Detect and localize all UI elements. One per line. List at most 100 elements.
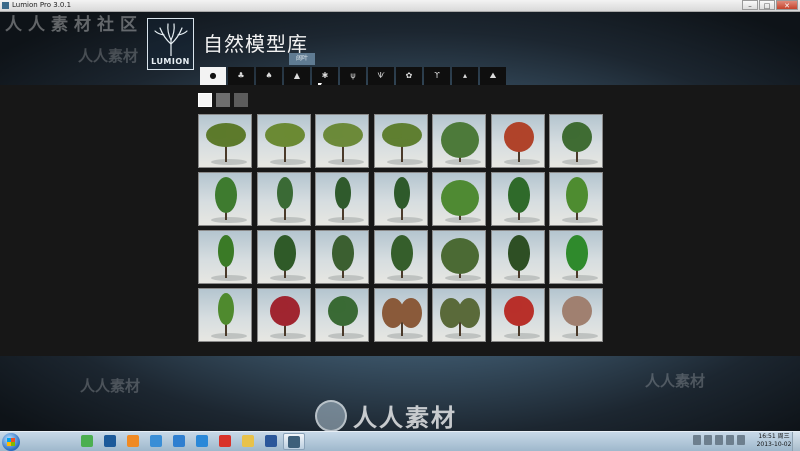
taskbar-app-orange-button[interactable] [122, 433, 144, 450]
tree-icon [328, 177, 364, 223]
tree-model-thumbnail[interactable] [432, 172, 486, 226]
tree-model-thumbnail[interactable] [432, 114, 486, 168]
close-button[interactable]: ✕ [776, 0, 798, 10]
tree-icon [381, 298, 423, 339]
taskbar-photoshop-button[interactable] [99, 433, 121, 450]
watermark-text: 人人素材 [645, 372, 706, 390]
clock-time: 16:51 周三 [758, 433, 790, 440]
taskbar-lumion-button[interactable] [283, 433, 305, 450]
swatch-dark-gray[interactable] [234, 93, 248, 107]
tree-model-thumbnail[interactable] [432, 288, 486, 342]
watermark-text: 人人素材 [78, 47, 139, 65]
taskbar-app-cloud-button[interactable] [191, 433, 213, 450]
tray-icon[interactable] [715, 435, 723, 445]
tree-model-thumbnail[interactable] [490, 114, 545, 168]
taskbar-folder-button[interactable] [237, 433, 259, 450]
tab-deciduous-tree-icon[interactable]: ♣ [228, 67, 254, 85]
tree-icon [503, 235, 540, 281]
tree-icon [386, 235, 423, 281]
tree-model-thumbnail[interactable] [256, 172, 311, 226]
tree-icon [269, 296, 306, 339]
tree-icon [269, 235, 306, 281]
app-green-icon [81, 435, 93, 447]
tree-model-thumbnail[interactable] [373, 172, 428, 226]
tree-icon [211, 293, 247, 339]
tab-rocks-icon[interactable]: ▴ [452, 67, 478, 85]
tree-icon [264, 123, 306, 165]
network-icon[interactable] [726, 435, 734, 445]
minimize-button[interactable]: – [742, 0, 758, 10]
watermark-text: 人人素材 [80, 377, 141, 395]
tree-model-thumbnail[interactable] [549, 288, 603, 342]
tab-flower-icon[interactable]: ✿ [396, 67, 422, 85]
tree-model-thumbnail[interactable] [490, 288, 545, 342]
taskbar-apps [76, 433, 305, 450]
tree-model-thumbnail[interactable] [198, 114, 252, 168]
tree-icon [206, 123, 247, 165]
tree-model-thumbnail[interactable] [490, 230, 545, 284]
watermark-corner: 人人素材社区 [5, 15, 143, 35]
taskbar-app-bird-button[interactable] [145, 433, 167, 450]
tab-conifer-icon[interactable]: ▲ [284, 67, 310, 85]
tree-model-thumbnail[interactable] [432, 230, 486, 284]
tab-seedling-icon[interactable]: ● [200, 67, 226, 85]
swatch-gray[interactable] [216, 93, 230, 107]
tree-model-thumbnail[interactable] [549, 114, 603, 168]
model-library-panel [0, 85, 800, 356]
palm-icon: ✱ [321, 71, 329, 80]
taskbar: 16:51 周三 2013-10-02 [0, 431, 800, 451]
tree-model-thumbnail[interactable] [256, 114, 311, 168]
start-button[interactable] [2, 433, 20, 451]
clock[interactable]: 16:51 周三 2013-10-02 [756, 433, 792, 449]
word-icon [265, 435, 277, 447]
tree-model-thumbnail[interactable] [490, 172, 545, 226]
tab-grass-icon[interactable]: ψ [340, 67, 366, 85]
tree-icon [328, 235, 364, 281]
tray-icon[interactable] [704, 435, 712, 445]
taskbar-app-red-button[interactable] [214, 433, 236, 450]
tab-round-tree-icon[interactable]: ♠ [256, 67, 282, 85]
tree-model-thumbnail[interactable] [198, 230, 252, 284]
tree-model-thumbnail[interactable] [198, 288, 252, 342]
tab-mountain-icon[interactable]: ⛰ [480, 67, 506, 85]
tab-plant-icon[interactable]: Ѱ [368, 67, 394, 85]
volume-icon[interactable] [737, 435, 745, 445]
tree-model-thumbnail[interactable] [373, 230, 428, 284]
taskbar-word-button[interactable] [260, 433, 282, 450]
tree-icon [440, 298, 481, 339]
taskbar-app-blue-button[interactable] [168, 433, 190, 450]
maximize-button[interactable]: □ [759, 0, 775, 10]
category-tooltip: 阔叶 [289, 53, 315, 65]
background-swatches [198, 93, 248, 107]
tree-icon [381, 123, 423, 165]
tree-model-thumbnail[interactable] [373, 114, 428, 168]
tree-icon [211, 235, 247, 281]
tree-model-thumbnail[interactable] [198, 172, 252, 226]
app-red-icon [219, 435, 231, 447]
clock-date: 2013-10-02 [756, 441, 792, 448]
show-desktop-button[interactable] [792, 432, 800, 451]
deciduous-tree-icon: ♣ [237, 71, 245, 80]
tray-icon[interactable] [693, 435, 701, 445]
app-blue-icon [173, 435, 185, 447]
tree-model-thumbnail[interactable] [315, 288, 369, 342]
tree-model-thumbnail[interactable] [549, 230, 603, 284]
tree-model-thumbnail[interactable] [315, 114, 369, 168]
tab-palm-icon[interactable]: ✱ [312, 67, 338, 85]
tree-model-thumbnail[interactable] [315, 230, 369, 284]
tree-icon [562, 177, 598, 223]
rocks-icon: ▴ [462, 71, 467, 80]
tab-cactus-icon[interactable]: ϒ [424, 67, 450, 85]
tree-icon [562, 296, 598, 339]
tree-icon [441, 238, 481, 281]
tree-model-thumbnail[interactable] [256, 230, 311, 284]
lumion-icon [288, 436, 300, 448]
lumion-app-icon [2, 2, 9, 9]
tree-model-thumbnail[interactable] [549, 172, 603, 226]
swatch-white[interactable] [198, 93, 212, 107]
taskbar-app-green-button[interactable] [76, 433, 98, 450]
tree-model-thumbnail[interactable] [373, 288, 428, 342]
tree-model-thumbnail[interactable] [315, 172, 369, 226]
category-tabs: ● ♣ ♠ ▲ ✱ ψ Ѱ ✿ ϒ ▴ ⛰ [200, 67, 506, 85]
tree-model-thumbnail[interactable] [256, 288, 311, 342]
